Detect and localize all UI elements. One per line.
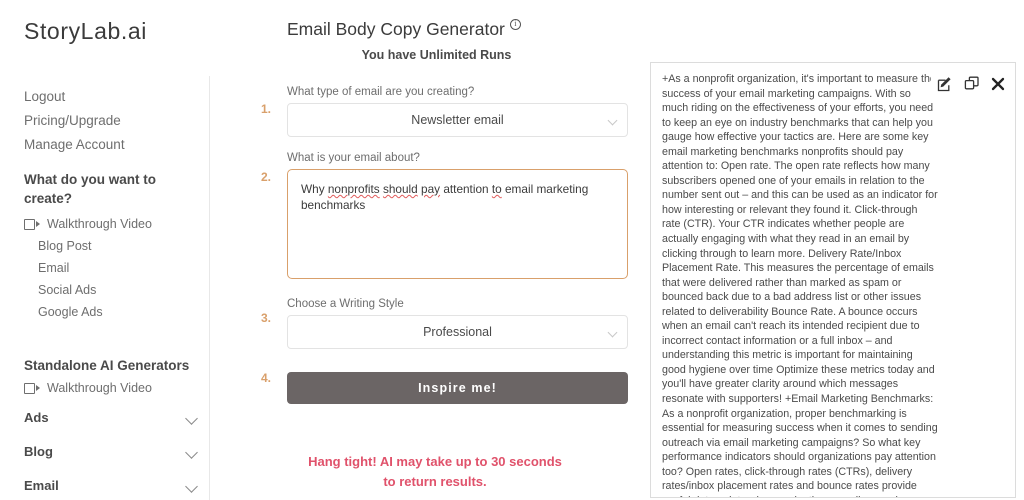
- sidebar-item-email[interactable]: Email: [24, 257, 204, 279]
- sidebar-item-standalone-walkthrough-video[interactable]: Walkthrough Video: [24, 377, 204, 399]
- chevron-down-icon: [186, 448, 198, 455]
- sidebar-link-logout[interactable]: Logout: [24, 86, 199, 108]
- copy-icon[interactable]: [964, 76, 980, 92]
- sidebar-item-label: Email: [38, 260, 70, 275]
- step-number-3: 3.: [261, 311, 272, 325]
- sidebar-accordion-label: Email: [24, 477, 59, 493]
- sidebar-collapsibles: Ads Blog Email: [24, 404, 202, 500]
- status-message-line-1: Hang tight! AI may take up to 30 seconds: [308, 454, 562, 469]
- chevron-down-icon: [607, 327, 618, 338]
- sidebar-item-blog-post[interactable]: Blog Post: [24, 235, 204, 257]
- sidebar-heading-create: What do you want to create?: [24, 172, 156, 206]
- chevron-down-icon: [186, 414, 198, 421]
- sidebar-item-google-ads[interactable]: Google Ads: [24, 301, 204, 323]
- sidebar-item-label: Blog Post: [38, 238, 92, 253]
- sidebar-standalone-list: Walkthrough Video: [24, 377, 204, 399]
- step-number-4: 4.: [261, 371, 272, 385]
- label-writing-style: Choose a Writing Style: [287, 298, 404, 310]
- output-toolbar: [931, 76, 1005, 92]
- label-email-type: What type of email are you creating?: [287, 86, 475, 98]
- sidebar-accordion-label: Ads: [24, 409, 49, 425]
- sidebar: StoryLab.ai Logout Pricing/Upgrade Manag…: [0, 0, 210, 500]
- account-nav: Logout Pricing/Upgrade Manage Account: [24, 86, 199, 158]
- page-title: Email Body Copy Generator: [287, 18, 521, 40]
- runs-notice: You have Unlimited Runs: [361, 48, 512, 62]
- status-message: Hang tight! AI may take up to 30 seconds…: [260, 452, 610, 492]
- sidebar-item-walkthrough-video[interactable]: Walkthrough Video: [24, 213, 204, 235]
- brand-logo[interactable]: StoryLab.ai: [24, 18, 147, 45]
- video-icon: [24, 218, 40, 230]
- status-message-line-2: to return results.: [383, 474, 487, 489]
- select-writing-style-value: Professional: [423, 325, 492, 339]
- close-icon[interactable]: [991, 77, 1005, 91]
- sidebar-item-social-ads[interactable]: Social Ads: [24, 279, 204, 301]
- textarea-email-about-value: Why nonprofits should pay attention to e…: [301, 182, 589, 212]
- sidebar-accordion-email[interactable]: Email: [24, 472, 202, 498]
- info-circle-icon[interactable]: [509, 18, 521, 30]
- generator-form: Email Body Copy Generator You have Unlim…: [210, 0, 645, 500]
- step-number-2: 2.: [261, 170, 272, 184]
- chevron-down-icon: [186, 482, 198, 489]
- sidebar-link-pricing-upgrade[interactable]: Pricing/Upgrade: [24, 110, 199, 132]
- sidebar-create-list: Walkthrough Video Blog Post Email Social…: [24, 213, 204, 323]
- chevron-down-icon: [607, 115, 618, 126]
- video-icon: [24, 382, 40, 394]
- sidebar-item-label: Walkthrough Video: [47, 216, 152, 231]
- sidebar-item-label: Google Ads: [38, 304, 103, 319]
- step-number-1: 1.: [261, 102, 272, 116]
- page-title-text: Email Body Copy Generator: [287, 18, 505, 39]
- output-body-text: +As a nonprofit organization, it's impor…: [662, 73, 938, 497]
- edit-icon[interactable]: [937, 76, 953, 92]
- select-writing-style[interactable]: Professional: [287, 315, 628, 349]
- inspire-me-button[interactable]: Inspire me!: [287, 372, 628, 404]
- sidebar-item-label: Social Ads: [38, 282, 97, 297]
- select-email-type-value: Newsletter email: [411, 113, 504, 127]
- sidebar-accordion-ads[interactable]: Ads: [24, 404, 202, 430]
- sidebar-link-manage-account[interactable]: Manage Account: [24, 134, 199, 156]
- sidebar-heading-standalone: Standalone AI Generators: [24, 358, 190, 373]
- label-email-about: What is your email about?: [287, 152, 420, 164]
- textarea-email-about[interactable]: Why nonprofits should pay attention to e…: [287, 169, 628, 279]
- select-email-type[interactable]: Newsletter email: [287, 103, 628, 137]
- output-panel: +As a nonprofit organization, it's impor…: [650, 62, 1016, 498]
- app-root: StoryLab.ai Logout Pricing/Upgrade Manag…: [0, 0, 1024, 500]
- sidebar-accordion-label: Blog: [24, 443, 53, 459]
- sidebar-item-label: Walkthrough Video: [47, 380, 152, 395]
- sidebar-accordion-blog[interactable]: Blog: [24, 438, 202, 464]
